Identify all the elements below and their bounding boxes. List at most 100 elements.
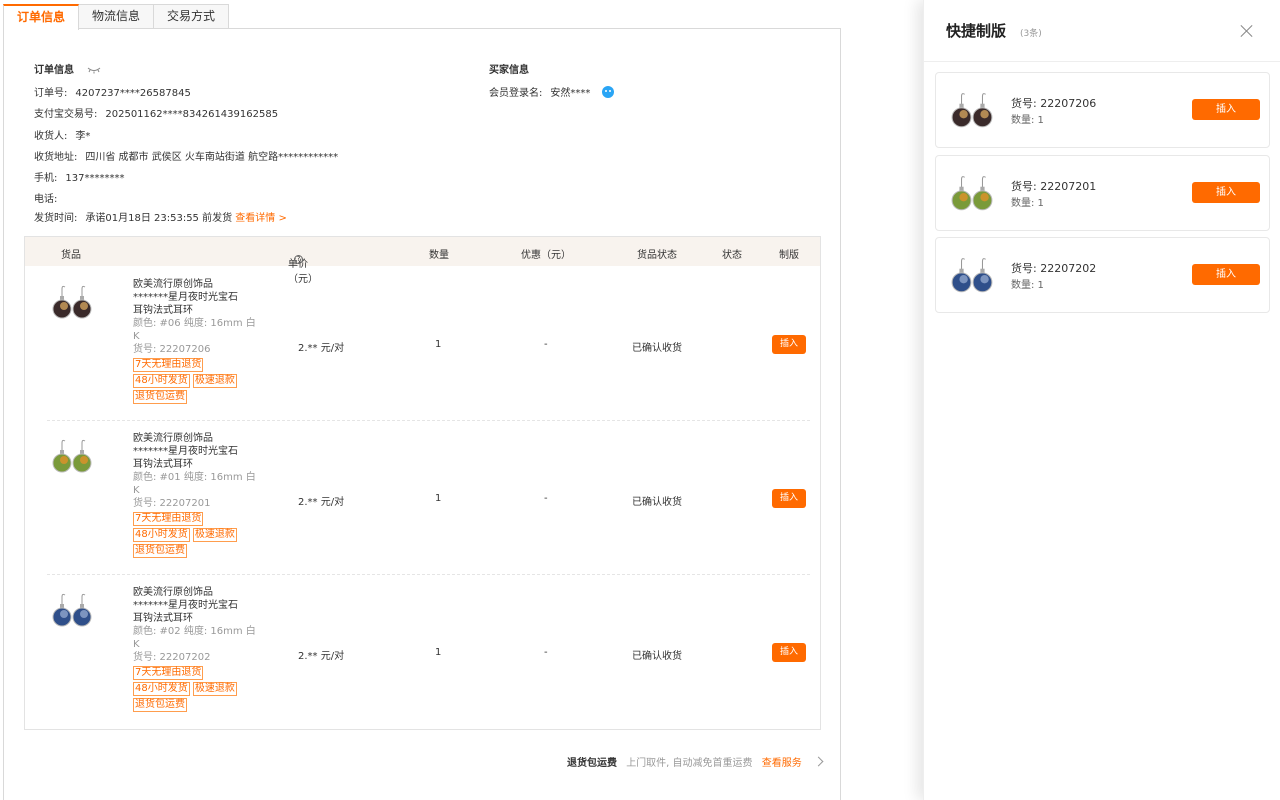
product-sku: 货号: 22207206 bbox=[133, 344, 211, 355]
shipping-address: 收货地址: 四川省 成都市 武侯区 火车南站街道 航空路************ bbox=[34, 148, 338, 163]
card-qty: 数量: 1 bbox=[1011, 115, 1044, 126]
view-service-link[interactable]: 查看服务 bbox=[762, 758, 802, 769]
unit-price: 2.** 元/对 bbox=[298, 343, 345, 354]
card-text: 货号: 22207206 数量: 1 bbox=[1011, 95, 1096, 129]
product-name-line3[interactable]: 耳钩法式耳环 bbox=[133, 612, 261, 625]
product-description: 欧美流行原创饰品 *******星月夜时光宝石 耳钩法式耳环 颜色: #06 纯… bbox=[133, 278, 261, 404]
card-text: 货号: 22207202 数量: 1 bbox=[1011, 260, 1096, 294]
card-sku: 货号: 22207202 bbox=[1011, 262, 1097, 275]
insert-button[interactable]: 插入 bbox=[772, 643, 806, 662]
card-qty: 数量: 1 bbox=[1011, 198, 1044, 209]
buyer-login-label: 会员登录名: bbox=[489, 88, 543, 99]
service-description: 上门取件, 自动减免首重运费 bbox=[626, 758, 753, 769]
alipay-trade-number-label: 支付宝交易号: bbox=[34, 109, 98, 120]
discount: - bbox=[544, 647, 548, 658]
earring-image bbox=[951, 93, 993, 128]
tag-48h-ship: 48小时发货 bbox=[133, 374, 190, 388]
tab-logistics-info[interactable]: 物流信息 bbox=[78, 4, 155, 29]
page: 订单信息 物流信息 交易方式 订单信息 订单号: 4207237****26587… bbox=[0, 0, 1280, 800]
alipay-trade-number-value: 202501162****834261439162585 bbox=[105, 109, 279, 120]
drawer-divider bbox=[924, 61, 1280, 62]
tab-order-info[interactable]: 订单信息 bbox=[3, 4, 80, 30]
order-info-title-text: 订单信息 bbox=[34, 65, 74, 76]
product-sku: 货号: 22207202 bbox=[133, 652, 211, 663]
product-description: 欧美流行原创饰品 *******星月夜时光宝石 耳钩法式耳环 颜色: #01 纯… bbox=[133, 432, 261, 558]
product-name-line1[interactable]: 欧美流行原创饰品 bbox=[133, 586, 261, 599]
product-name-line3[interactable]: 耳钩法式耳环 bbox=[133, 458, 261, 471]
earring-image bbox=[951, 176, 993, 211]
close-icon[interactable] bbox=[1240, 24, 1254, 38]
tag-48h-ship: 48小时发货 bbox=[133, 528, 190, 542]
tag-return-shipping: 退货包运费 bbox=[133, 544, 187, 558]
product-spec: 颜色: #06 纯度: 16mm 白K bbox=[133, 318, 256, 342]
product-name-line2[interactable]: *******星月夜时光宝石 bbox=[133, 291, 261, 304]
view-details-link[interactable]: 查看详情 > bbox=[235, 213, 287, 224]
tab-payment-method[interactable]: 交易方式 bbox=[153, 4, 230, 29]
insert-button[interactable]: 插入 bbox=[772, 489, 806, 508]
tab-bar: 订单信息 物流信息 交易方式 bbox=[3, 4, 230, 30]
receiver-value: 李* bbox=[75, 131, 91, 142]
order-info-title: 订单信息 bbox=[34, 61, 101, 76]
shipping-address-label: 收货地址: bbox=[34, 152, 78, 163]
card-sku: 货号: 22207201 bbox=[1011, 180, 1097, 193]
earring-image bbox=[52, 439, 92, 473]
earring-image bbox=[52, 285, 92, 319]
drawer-title: 快捷制版 bbox=[946, 22, 1007, 40]
product-sku: 货号: 22207201 bbox=[133, 498, 211, 509]
header-discount: 优惠（元） bbox=[521, 250, 571, 261]
insert-button[interactable]: 插入 bbox=[1192, 99, 1260, 120]
shipping-address-value: 四川省 成都市 武侯区 火车南站街道 航空路************ bbox=[85, 152, 339, 163]
tag-7day-return: 7天无理由退货 bbox=[133, 358, 204, 372]
header-plate: 制版 bbox=[779, 250, 799, 261]
product-name-line2[interactable]: *******星月夜时光宝石 bbox=[133, 445, 261, 458]
phone: 电话: bbox=[34, 190, 65, 205]
ship-time-label: 发货时间: bbox=[34, 213, 78, 224]
insert-button[interactable]: 插入 bbox=[772, 335, 806, 354]
help-icon[interactable]: ? bbox=[294, 255, 303, 264]
header-status: 状态 bbox=[722, 250, 742, 261]
quantity: 1 bbox=[435, 493, 442, 504]
goods-status: 已确认收货 bbox=[632, 651, 682, 662]
quick-plate-drawer: 快捷制版 (3条) 货号: 22207206 数量: 1 插入 货号: 2220… bbox=[923, 0, 1280, 800]
unit-price: 2.** 元/对 bbox=[298, 651, 345, 662]
card-sku: 货号: 22207206 bbox=[1011, 97, 1097, 110]
tag-48h-ship: 48小时发货 bbox=[133, 682, 190, 696]
buyer-info-title: 买家信息 bbox=[489, 65, 529, 76]
goods-status: 已确认收货 bbox=[632, 497, 682, 508]
product-name-line2[interactable]: *******星月夜时光宝石 bbox=[133, 599, 261, 612]
tag-7day-return: 7天无理由退货 bbox=[133, 666, 204, 680]
table-row: 欧美流行原创饰品 *******星月夜时光宝石 耳钩法式耳环 颜色: #06 纯… bbox=[25, 267, 820, 421]
return-shipping-service: 退货包运费 上门取件, 自动减免首重运费 查看服务 bbox=[567, 754, 824, 769]
unit-price: 2.** 元/对 bbox=[298, 497, 345, 508]
ship-time-value: 承诺01月18日 23:53:55 前发货 bbox=[85, 213, 233, 224]
product-description: 欧美流行原创饰品 *******星月夜时光宝石 耳钩法式耳环 颜色: #02 纯… bbox=[133, 586, 261, 712]
mobile-label: 手机: bbox=[34, 173, 58, 184]
product-name-line3[interactable]: 耳钩法式耳环 bbox=[133, 304, 261, 317]
chat-icon[interactable] bbox=[601, 86, 614, 98]
header-goods-status: 货品状态 bbox=[637, 250, 677, 261]
chevron-right-icon[interactable] bbox=[813, 756, 824, 767]
product-name-line1[interactable]: 欧美流行原创饰品 bbox=[133, 278, 261, 291]
tag-return-shipping: 退货包运费 bbox=[133, 390, 187, 404]
phone-label: 电话: bbox=[34, 194, 58, 205]
discount: - bbox=[544, 339, 548, 350]
quick-plate-card: 货号: 22207202 数量: 1 插入 bbox=[935, 237, 1270, 313]
order-number-label: 订单号: bbox=[34, 88, 68, 99]
insert-button[interactable]: 插入 bbox=[1192, 264, 1260, 285]
ship-time: 发货时间: 承诺01月18日 23:53:55 前发货 查看详情 > bbox=[34, 209, 287, 224]
eye-closed-icon[interactable] bbox=[87, 66, 101, 74]
mobile-value: 137******** bbox=[65, 173, 125, 184]
tag-fast-refund: 极速退款 bbox=[192, 682, 237, 696]
tag-return-shipping: 退货包运费 bbox=[133, 698, 187, 712]
tag-7day-return: 7天无理由退货 bbox=[133, 512, 204, 526]
insert-button[interactable]: 插入 bbox=[1192, 182, 1260, 203]
alipay-trade-number: 支付宝交易号: 202501162****834261439162585 bbox=[34, 105, 278, 120]
product-name-line1[interactable]: 欧美流行原创饰品 bbox=[133, 432, 261, 445]
header-goods: 货品 bbox=[61, 250, 81, 261]
service-title: 退货包运费 bbox=[567, 758, 617, 769]
order-number: 订单号: 4207237****26587845 bbox=[34, 84, 191, 99]
earring-image bbox=[951, 258, 993, 293]
product-spec: 颜色: #02 纯度: 16mm 白K bbox=[133, 626, 256, 650]
product-spec: 颜色: #01 纯度: 16mm 白K bbox=[133, 472, 256, 496]
receiver-label: 收货人: bbox=[34, 131, 68, 142]
